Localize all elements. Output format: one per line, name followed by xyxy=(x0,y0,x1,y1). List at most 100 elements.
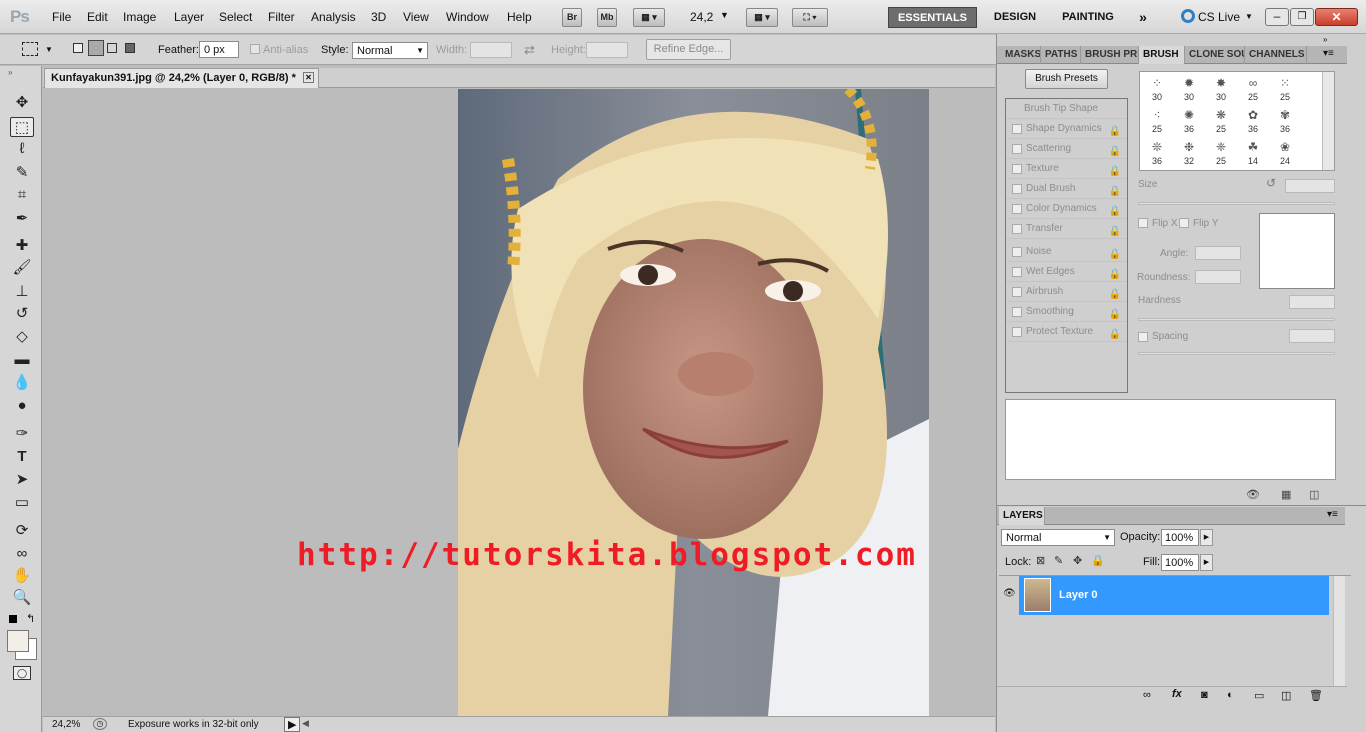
airbrush-checkbox[interactable] xyxy=(1012,287,1022,297)
width-input[interactable] xyxy=(470,42,512,58)
tab-masks[interactable]: MASKS xyxy=(1001,46,1041,64)
layer-row[interactable]: Layer 0 xyxy=(1019,576,1329,615)
history-brush-tool-icon[interactable]: ↺ xyxy=(10,304,34,324)
color-dynamics-checkbox[interactable] xyxy=(1012,204,1022,214)
brush-tip[interactable]: ❊ 36 xyxy=(1142,138,1172,170)
protect-texture-checkbox[interactable] xyxy=(1012,327,1022,337)
flipx-checkbox[interactable] xyxy=(1138,218,1148,228)
preset-dropdown-icon[interactable]: ▼ xyxy=(45,45,53,54)
workspace-painting[interactable]: PAINTING xyxy=(1053,7,1123,28)
brush-tip[interactable]: ✺ 36 xyxy=(1174,106,1204,138)
pen-tool-icon[interactable]: ✑ xyxy=(10,424,34,444)
tab-paths[interactable]: PATHS xyxy=(1041,46,1081,64)
brush-tip-scrollbar[interactable] xyxy=(1322,72,1334,170)
color-dynamics-item[interactable]: Color Dynamics 🔒 xyxy=(1006,199,1127,219)
airbrush-item[interactable]: Airbrush 🔒 xyxy=(1006,282,1127,302)
brush-tip[interactable]: ⁘ 30 xyxy=(1142,74,1172,106)
layers-panel-menu-icon[interactable]: ▾≡ xyxy=(1327,509,1338,520)
menu-file[interactable]: File xyxy=(52,10,71,24)
collapse-toolbox-icon[interactable]: » xyxy=(8,68,12,77)
lock-icon[interactable]: 🔒 xyxy=(1109,222,1121,242)
new-brush-icon[interactable]: ◫ xyxy=(1309,488,1319,501)
fill-arrow-icon[interactable]: ▶ xyxy=(1200,554,1213,571)
scattering-checkbox[interactable] xyxy=(1012,144,1022,154)
brush-tip[interactable]: ⁖ 25 xyxy=(1142,106,1172,138)
menu-edit[interactable]: Edit xyxy=(87,10,108,24)
layer-style-icon[interactable]: fx xyxy=(1172,688,1182,700)
3d-orbit-tool-icon[interactable]: ∞ xyxy=(10,544,34,564)
lasso-tool-icon[interactable]: ℓ xyxy=(10,139,34,159)
move-tool-icon[interactable]: ✥ xyxy=(10,93,34,113)
brush-tip[interactable]: ☘ 14 xyxy=(1238,138,1268,170)
tab-clone-source[interactable]: CLONE SOU xyxy=(1185,46,1245,64)
cslive-menu[interactable]: CS Live xyxy=(1198,10,1240,24)
zoom-dropdown-icon[interactable]: ▼ xyxy=(720,10,729,20)
spacing-input[interactable] xyxy=(1289,329,1335,343)
reset-size-icon[interactable]: ↺ xyxy=(1266,176,1276,190)
spacing-slider[interactable] xyxy=(1138,352,1335,355)
bridge-button[interactable]: Br xyxy=(562,8,582,27)
foreground-color-swatch[interactable] xyxy=(7,630,29,652)
crop-tool-icon[interactable]: ⌗ xyxy=(10,185,34,205)
new-layer-icon[interactable]: ◫ xyxy=(1281,689,1291,702)
lock-icon[interactable]: 🔒 xyxy=(1109,325,1121,345)
brush-tip[interactable]: ❀ 24 xyxy=(1270,138,1300,170)
brush-tool-icon[interactable]: 🖌 xyxy=(10,258,34,278)
tab-brush[interactable]: BRUSH xyxy=(1139,46,1185,64)
hardness-input[interactable] xyxy=(1289,295,1335,309)
noise-checkbox[interactable] xyxy=(1012,247,1022,257)
hand-tool-icon[interactable]: ✋ xyxy=(10,566,34,586)
shape-dynamics-item[interactable]: Shape Dynamics 🔒 xyxy=(1006,119,1127,139)
wet-edges-checkbox[interactable] xyxy=(1012,267,1022,277)
lock-transparent-icon[interactable]: ⊠ xyxy=(1036,554,1045,567)
blend-mode-select[interactable]: Normal ▼ xyxy=(1001,529,1115,546)
brush-presets-button[interactable]: Brush Presets xyxy=(1025,69,1108,89)
tab-brush-presets[interactable]: BRUSH PRE xyxy=(1081,46,1139,64)
lock-image-icon[interactable]: ✎ xyxy=(1054,554,1063,567)
height-input[interactable] xyxy=(586,42,628,58)
intersect-selection-icon[interactable] xyxy=(125,43,135,53)
workspace-essentials[interactable]: ESSENTIALS xyxy=(888,7,977,28)
protect-texture-item[interactable]: Protect Texture 🔒 xyxy=(1006,322,1127,342)
feather-input[interactable]: 0 px xyxy=(199,41,239,58)
close-button[interactable]: ✕ xyxy=(1315,8,1358,26)
menu-help[interactable]: Help xyxy=(507,10,532,24)
more-workspaces-icon[interactable]: » xyxy=(1133,7,1153,28)
roundness-input[interactable] xyxy=(1195,270,1241,284)
new-group-icon[interactable]: ▭ xyxy=(1254,689,1264,702)
screen-mode-button[interactable]: ⛶ ▾ xyxy=(792,8,828,27)
size-input[interactable] xyxy=(1285,179,1335,193)
opacity-arrow-icon[interactable]: ▶ xyxy=(1200,529,1213,546)
adjustment-layer-icon[interactable]: ◐ xyxy=(1227,689,1234,701)
brush-panel-menu-icon[interactable]: ▾≡ xyxy=(1323,48,1334,59)
gradient-tool-icon[interactable]: ▬ xyxy=(10,350,34,370)
document-tab[interactable]: Kunfayakun391.jpg @ 24,2% (Layer 0, RGB/… xyxy=(44,68,319,88)
brush-tip[interactable]: ❋ 25 xyxy=(1206,106,1236,138)
lock-position-icon[interactable]: ✥ xyxy=(1073,554,1082,567)
layers-scrollbar[interactable] xyxy=(1333,576,1345,686)
eraser-tool-icon[interactable]: ◇ xyxy=(10,327,34,347)
brush-angle-preview[interactable] xyxy=(1259,213,1335,289)
tab-channels[interactable]: CHANNELS xyxy=(1245,46,1307,64)
quick-selection-tool-icon[interactable]: ✎ xyxy=(10,163,34,183)
size-slider[interactable] xyxy=(1138,202,1335,205)
tab-layers[interactable]: LAYERS xyxy=(999,507,1045,525)
dual-brush-checkbox[interactable] xyxy=(1012,184,1022,194)
swap-dimensions-icon[interactable]: ⇄ xyxy=(524,42,535,58)
close-tab-icon[interactable]: ✕ xyxy=(303,72,314,83)
dodge-tool-icon[interactable]: ● xyxy=(10,396,34,416)
eyedropper-tool-icon[interactable]: ✒ xyxy=(10,209,34,229)
minibridge-button[interactable]: Mb xyxy=(597,8,617,27)
menu-window[interactable]: Window xyxy=(446,10,489,24)
grid-icon[interactable]: ▦ xyxy=(1281,488,1291,501)
brush-tip[interactable]: ❉ 32 xyxy=(1174,138,1204,170)
transfer-checkbox[interactable] xyxy=(1012,224,1022,234)
healing-brush-tool-icon[interactable]: ✚ xyxy=(10,236,34,256)
restore-button[interactable]: ❐ xyxy=(1290,8,1314,26)
flipy-checkbox[interactable] xyxy=(1179,218,1189,228)
shape-dynamics-checkbox[interactable] xyxy=(1012,124,1022,134)
quick-mask-icon[interactable]: ◯ xyxy=(13,666,31,680)
default-colors-icon[interactable] xyxy=(9,615,17,623)
lock-all-icon[interactable]: 🔒 xyxy=(1091,554,1105,567)
panel-collapse-icon[interactable]: » xyxy=(1323,35,1327,44)
